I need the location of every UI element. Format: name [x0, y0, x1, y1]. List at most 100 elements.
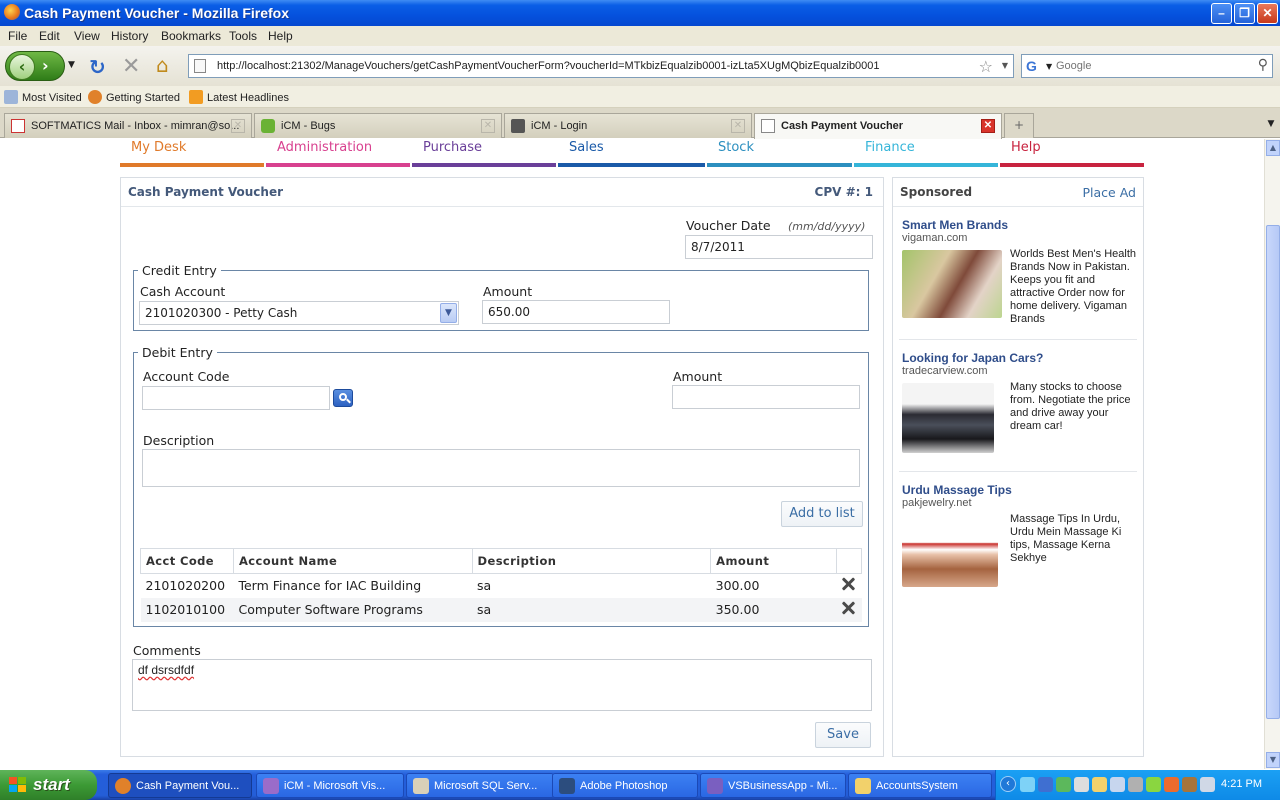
- back-icon[interactable]: ‹: [9, 54, 35, 80]
- close-tab-icon[interactable]: ✕: [231, 119, 245, 133]
- place-ad-link[interactable]: Place Ad: [1083, 185, 1136, 200]
- url-text[interactable]: http://localhost:21302/ManageVouchers/ge…: [217, 60, 880, 72]
- tray-icon[interactable]: [1092, 777, 1107, 792]
- tab-list-icon[interactable]: ▼: [1262, 113, 1280, 138]
- search-bar[interactable]: G ▼ ⚲: [1021, 54, 1273, 78]
- bookmark-label: Latest Headlines: [207, 92, 289, 104]
- task-vsbusinessapp[interactable]: VSBusinessApp - Mi...: [700, 773, 846, 798]
- url-bar[interactable]: http://localhost:21302/ManageVouchers/ge…: [188, 54, 1014, 78]
- nav-finance[interactable]: Finance: [854, 139, 998, 167]
- ad-image[interactable]: [902, 515, 998, 587]
- tray-icon[interactable]: [1074, 777, 1089, 792]
- delete-icon[interactable]: [841, 577, 855, 591]
- nav-label: My Desk: [131, 140, 187, 155]
- bookmark-most-visited[interactable]: Most Visited: [4, 90, 82, 104]
- tray-icon[interactable]: [1038, 777, 1053, 792]
- description-field[interactable]: [142, 449, 860, 487]
- menu-bookmarks[interactable]: Bookmarks: [161, 29, 221, 43]
- close-tab-icon[interactable]: ✕: [981, 119, 995, 133]
- ad-image[interactable]: [902, 383, 994, 453]
- task-accounts-system[interactable]: AccountsSystem: [848, 773, 992, 798]
- ad-title[interactable]: Looking for Japan Cars?: [902, 351, 1043, 365]
- close-tab-icon[interactable]: ✕: [481, 119, 495, 133]
- account-search-button[interactable]: [333, 389, 353, 407]
- nav-underline: [412, 163, 556, 167]
- save-button[interactable]: Save: [815, 722, 871, 748]
- search-engine-dropdown-icon[interactable]: ▼: [1046, 62, 1052, 71]
- tab-label: SOFTMATICS Mail - Inbox - mimran@so...: [31, 120, 240, 132]
- ad-item[interactable]: Urdu Massage Tips pakjewelry.net Massage…: [902, 483, 1138, 603]
- bookmark-star-icon[interactable]: ☆: [979, 57, 993, 76]
- sql-server-icon: [413, 778, 429, 794]
- voucher-date-field[interactable]: 8/7/2011: [685, 235, 873, 259]
- task-photoshop[interactable]: Adobe Photoshop: [552, 773, 698, 798]
- nav-my-desk[interactable]: My Desk: [120, 139, 264, 167]
- debit-entry-legend: Debit Entry: [142, 345, 213, 360]
- nav-purchase[interactable]: Purchase: [412, 139, 556, 167]
- add-to-list-button[interactable]: Add to list: [781, 501, 863, 527]
- bookmark-getting-started[interactable]: Getting Started: [88, 90, 180, 104]
- credit-amount-field[interactable]: 650.00: [482, 300, 670, 324]
- tab-icm-login[interactable]: iCM - Login ✕: [504, 113, 752, 138]
- nav-stock[interactable]: Stock: [707, 139, 852, 167]
- delete-icon[interactable]: [841, 601, 855, 615]
- account-code-field[interactable]: [142, 386, 330, 410]
- home-icon[interactable]: ⌂: [156, 53, 169, 77]
- close-tab-icon[interactable]: ✕: [731, 119, 745, 133]
- menu-file[interactable]: File: [8, 29, 27, 43]
- ad-title[interactable]: Smart Men Brands: [902, 218, 1008, 232]
- nav-administration[interactable]: Administration: [266, 139, 410, 167]
- stop-icon[interactable]: ✕: [122, 54, 140, 79]
- nav-help[interactable]: Help: [1000, 139, 1144, 167]
- maximize-button[interactable]: ❐: [1234, 3, 1255, 24]
- comments-field[interactable]: df dsrsdfdf: [132, 659, 872, 711]
- start-button[interactable]: start: [0, 770, 97, 800]
- chevron-left-icon[interactable]: ‹: [1000, 776, 1016, 792]
- ad-item[interactable]: Smart Men Brands vigaman.com Worlds Best…: [902, 218, 1138, 338]
- menu-tools[interactable]: Tools: [229, 29, 257, 43]
- google-icon[interactable]: G: [1026, 58, 1042, 74]
- ad-divider: [899, 339, 1137, 340]
- nav-sales[interactable]: Sales: [558, 139, 705, 167]
- scroll-down-icon[interactable]: ▼: [1266, 752, 1280, 768]
- menu-history[interactable]: History: [111, 29, 148, 43]
- tray-icon[interactable]: [1020, 777, 1035, 792]
- url-dropdown-icon[interactable]: ▼: [1002, 61, 1008, 70]
- page-scrollbar[interactable]: ▲ ▼: [1264, 139, 1280, 769]
- close-window-button[interactable]: ✕: [1257, 3, 1278, 24]
- menu-help[interactable]: Help: [268, 29, 293, 43]
- tray-icon[interactable]: [1146, 777, 1161, 792]
- task-visual-studio[interactable]: iCM - Microsoft Vis...: [256, 773, 404, 798]
- tab-gmail[interactable]: SOFTMATICS Mail - Inbox - mimran@so... ✕: [4, 113, 252, 138]
- ad-item[interactable]: Looking for Japan Cars? tradecarview.com…: [902, 351, 1138, 471]
- task-firefox[interactable]: Cash Payment Vou...: [108, 773, 252, 798]
- bookmark-latest-headlines[interactable]: Latest Headlines: [189, 90, 289, 104]
- reload-icon[interactable]: ↻: [89, 55, 106, 79]
- tray-icon[interactable]: [1110, 777, 1125, 792]
- menu-edit[interactable]: Edit: [39, 29, 60, 43]
- minimize-button[interactable]: –: [1211, 3, 1232, 24]
- tray-icon[interactable]: [1164, 777, 1179, 792]
- chevron-down-icon[interactable]: ▼: [440, 303, 457, 323]
- volume-icon[interactable]: [1200, 777, 1215, 792]
- task-sql-server[interactable]: Microsoft SQL Serv...: [406, 773, 554, 798]
- tab-icm-bugs[interactable]: iCM - Bugs ✕: [254, 113, 502, 138]
- history-dropdown-icon[interactable]: ▼: [68, 60, 75, 70]
- entries-table: Acct Code Account Name Description Amoun…: [140, 548, 863, 622]
- menu-view[interactable]: View: [74, 29, 100, 43]
- scroll-up-icon[interactable]: ▲: [1266, 140, 1280, 156]
- search-icon[interactable]: ⚲: [1258, 57, 1268, 73]
- tray-icon[interactable]: [1182, 777, 1197, 792]
- tray-icon[interactable]: [1128, 777, 1143, 792]
- forward-icon[interactable]: ›: [42, 56, 49, 75]
- scroll-thumb[interactable]: [1266, 225, 1280, 719]
- ad-title[interactable]: Urdu Massage Tips: [902, 483, 1012, 497]
- new-tab-button[interactable]: +: [1004, 113, 1034, 138]
- tab-cash-payment-voucher[interactable]: Cash Payment Voucher ✕: [754, 113, 1002, 139]
- cash-account-select[interactable]: 2101020300 - Petty Cash ▼: [139, 301, 459, 325]
- ad-image[interactable]: [902, 250, 1002, 318]
- back-forward-group: ‹ ›: [5, 51, 65, 81]
- search-input[interactable]: [1056, 58, 1246, 74]
- debit-amount-field[interactable]: [672, 385, 860, 409]
- tray-icon[interactable]: [1056, 777, 1071, 792]
